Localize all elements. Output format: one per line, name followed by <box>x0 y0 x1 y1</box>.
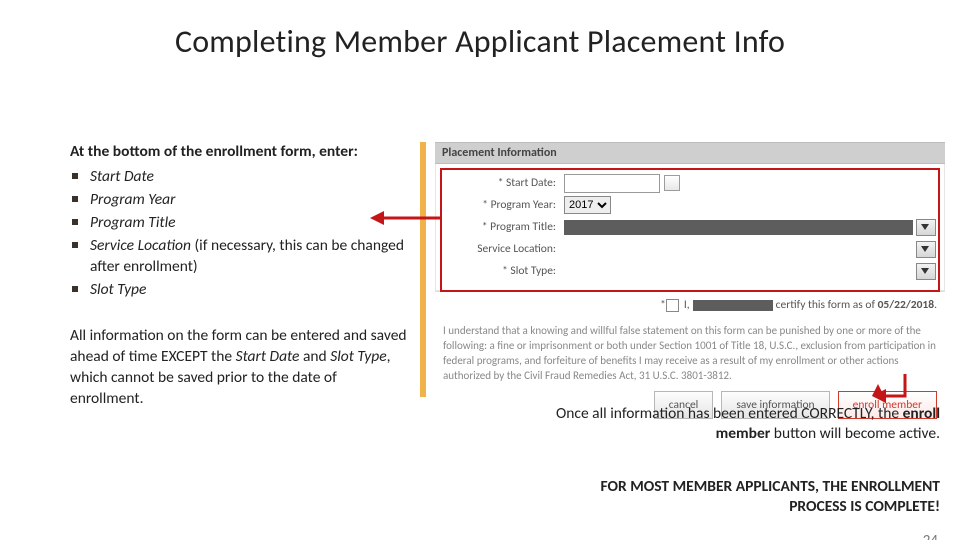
page-number: 24 <box>923 532 938 540</box>
certify-row: * I, certify this form as of 05/22/2018. <box>435 291 945 316</box>
list-item: Slot Type <box>72 280 410 301</box>
bullet-list: Start Date Program Year Program Title Se… <box>72 167 410 301</box>
note-enroll-active: Once all information has been entered CO… <box>540 404 940 444</box>
panel-header: Placement Information <box>435 142 945 164</box>
fine-print: I understand that a knowing and willful … <box>435 316 945 383</box>
program-title-dropdown-icon[interactable] <box>916 219 936 236</box>
label-start-date: * Start Date: <box>444 176 556 190</box>
note-process-complete: FOR MOST MEMBER APPLICANTS, THE ENROLLME… <box>540 477 940 517</box>
program-title-field[interactable] <box>564 220 913 235</box>
label-service-location: Service Location: <box>444 242 556 256</box>
service-location-dropdown-icon[interactable] <box>916 241 936 258</box>
label-program-year: * Program Year: <box>444 198 556 212</box>
label-slot-type: * Slot Type: <box>444 264 556 278</box>
list-item: Service Location (if necessary, this can… <box>72 236 410 278</box>
left-column: At the bottom of the enrollment form, en… <box>70 142 410 410</box>
placement-panel: Placement Information * Start Date: * Pr… <box>435 142 945 429</box>
program-year-select[interactable]: 2017 <box>564 196 611 214</box>
start-date-input[interactable] <box>564 174 660 193</box>
slot-type-dropdown-icon[interactable] <box>916 263 936 280</box>
list-item: Program Title <box>72 213 410 234</box>
list-item: Program Year <box>72 190 410 211</box>
certify-checkbox[interactable] <box>666 299 679 312</box>
redacted-name <box>693 300 773 311</box>
list-item: Start Date <box>72 167 410 188</box>
lead-text: At the bottom of the enrollment form, en… <box>70 142 410 163</box>
arrow-left-icon <box>370 208 440 228</box>
label-program-title: * Program Title: <box>444 220 556 234</box>
calendar-icon[interactable] <box>664 175 680 191</box>
paragraph-note: All information on the form can be enter… <box>70 326 410 410</box>
panel-fields: * Start Date: * Program Year: 2017 * Pro… <box>435 164 945 291</box>
page-title: Completing Member Applicant Placement In… <box>0 22 960 61</box>
accent-bar <box>420 142 426 397</box>
